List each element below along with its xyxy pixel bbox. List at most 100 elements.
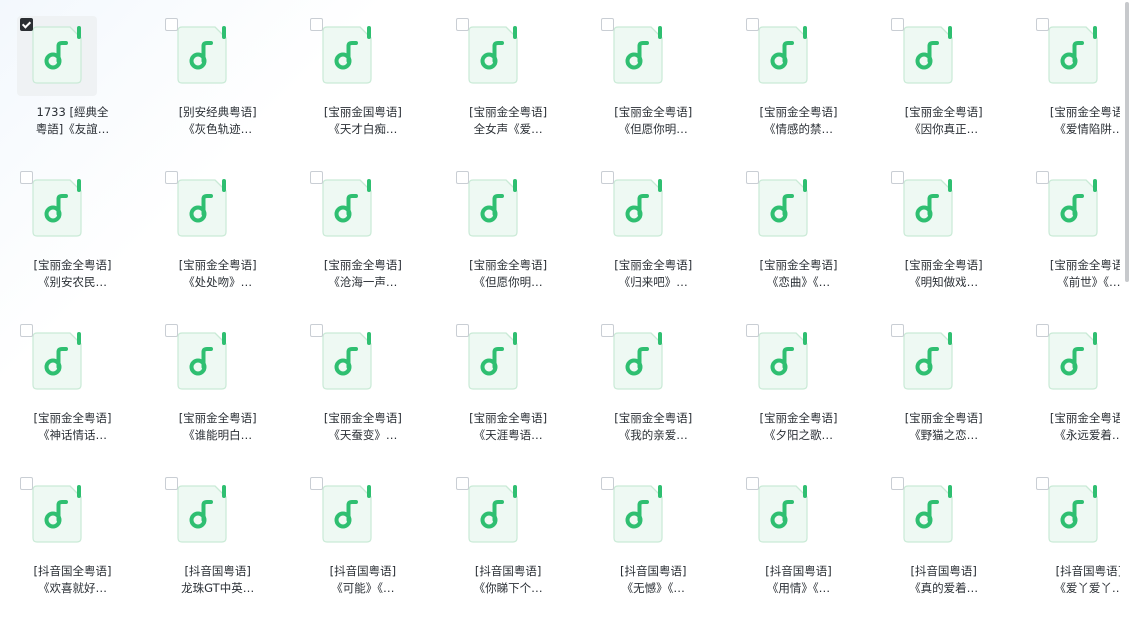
file-name-label: 1733 [經典全 粵語]《友誼… (5, 104, 140, 138)
file-checkbox[interactable] (891, 477, 905, 490)
file-checkbox[interactable] (1036, 171, 1050, 184)
file-tile[interactable]: [宝丽金全粤语] 《因你真正… (871, 1, 1016, 151)
file-checkbox[interactable] (165, 324, 179, 337)
file-checkbox[interactable] (746, 18, 759, 31)
scrollbar-thumb[interactable] (1125, 2, 1129, 282)
file-checkbox[interactable] (165, 18, 179, 31)
music-file-icon (32, 332, 82, 390)
file-checkbox[interactable] (891, 18, 905, 31)
file-tile[interactable]: [抖音国粤语] 《可能》《… (290, 460, 435, 610)
file-checkbox[interactable] (1036, 477, 1050, 490)
file-checkbox[interactable] (455, 171, 469, 184)
file-browser-viewport: 1733 [經典全 粵語]《友誼… [别安经典粤语] 《灰色轨迹… [宝丽金国粤 (0, 0, 1133, 629)
file-tile[interactable]: [宝丽金全粤语] 《野猫之恋… (871, 307, 1016, 457)
file-checkbox[interactable] (600, 477, 614, 490)
file-name-line-1: [宝丽金全粤语] (1049, 105, 1128, 119)
file-tile[interactable]: [宝丽金全粤语] 《前世》《… (1016, 154, 1133, 304)
file-checkbox[interactable] (891, 171, 905, 184)
file-name-line-2: 《沧海一声… (328, 275, 398, 289)
file-name-label: [宝丽金全粤语] 《但愿你明… (586, 104, 721, 138)
file-tile[interactable]: [宝丽金全粤语] 《别安农民… (0, 154, 145, 304)
file-tile[interactable]: [宝丽金全粤语] 《天涯粤语… (436, 307, 581, 457)
file-tile[interactable]: [宝丽金全粤语] 《但愿你明… (436, 154, 581, 304)
file-tile[interactable]: [宝丽金全粤语] 《明知做戏… (871, 154, 1016, 304)
music-file-icon (177, 179, 227, 237)
file-tile[interactable]: [宝丽金全粤语] 《我的亲爱… (581, 307, 726, 457)
file-checkbox[interactable] (746, 324, 759, 337)
file-tile[interactable]: [宝丽金全粤语] 《情感的禁… (726, 1, 871, 151)
file-name-line-1: [宝丽金全粤语] (614, 411, 693, 425)
file-checkbox[interactable] (455, 18, 469, 31)
music-file-icon (903, 332, 953, 390)
music-file-icon (322, 332, 372, 390)
music-file-icon (322, 26, 372, 84)
file-name-line-1: [宝丽金全粤语] (904, 105, 983, 119)
file-tile[interactable]: [宝丽金全粤语] 《沧海一声… (290, 154, 435, 304)
file-checkbox[interactable] (600, 324, 614, 337)
file-name-line-1: [宝丽金全粤语] (1049, 258, 1128, 272)
file-checkbox[interactable] (891, 324, 905, 337)
file-tile[interactable]: [宝丽金全粤语] 《夕阳之歌… (726, 307, 871, 457)
file-checkbox[interactable] (20, 324, 33, 337)
music-file-icon (903, 179, 953, 237)
file-checkbox[interactable] (310, 171, 324, 184)
file-name-label: [宝丽金全粤语] 《别安农民… (5, 257, 140, 291)
file-tile[interactable]: [宝丽金全粤语] 全女声《爱… (436, 1, 581, 151)
file-checkbox[interactable] (20, 477, 33, 490)
music-file-icon (758, 332, 808, 390)
file-checkbox[interactable] (165, 171, 179, 184)
file-name-line-1: [抖音国全粤语] (33, 564, 112, 578)
file-tile[interactable]: [宝丽金全粤语] 《处处吻》… (145, 154, 290, 304)
file-checkbox[interactable] (310, 324, 324, 337)
file-tile[interactable]: [抖音国粤语] 《用情》《… (726, 460, 871, 610)
file-checkbox-checked[interactable] (20, 18, 33, 31)
file-name-line-2: 《天才白痴… (328, 122, 398, 136)
file-tile[interactable]: [宝丽金全粤语] 《恋曲》《… (726, 154, 871, 304)
file-name-line-2: 《你睇下个… (473, 581, 543, 595)
file-tile[interactable]: [宝丽金全粤语] 《归来吧》… (581, 154, 726, 304)
file-checkbox[interactable] (746, 477, 759, 490)
file-tile[interactable]: [抖音国粤语] 龙珠GT中英… (145, 460, 290, 610)
file-name-line-1: [宝丽金全粤语] (178, 258, 257, 272)
file-checkbox[interactable] (455, 324, 469, 337)
vertical-scrollbar[interactable] (1120, 0, 1133, 629)
file-tile[interactable]: [抖音国全粤语] 《欢喜就好… (0, 460, 145, 610)
file-name-label: [宝丽金全粤语] 《天蚕变》… (295, 410, 430, 444)
file-tile[interactable]: [抖音国粤语] 《你睇下个… (436, 460, 581, 610)
file-name-line-1: [宝丽金全粤语] (33, 258, 112, 272)
file-tile[interactable]: [宝丽金全粤语] 《谁能明白… (145, 307, 290, 457)
file-tile[interactable]: [宝丽金全粤语] 《但愿你明… (581, 1, 726, 151)
music-file-icon (177, 332, 227, 390)
file-tile[interactable]: [宝丽金全粤语] 《永远爱着… (1016, 307, 1133, 457)
file-name-label: [宝丽金全粤语] 全女声《爱… (441, 104, 576, 138)
file-tile[interactable]: [宝丽金全粤语] 《爱情陷阱… (1016, 1, 1133, 151)
file-tile[interactable]: [别安经典粤语] 《灰色轨迹… (145, 1, 290, 151)
file-checkbox[interactable] (310, 18, 324, 31)
file-checkbox[interactable] (600, 171, 614, 184)
file-checkbox[interactable] (600, 18, 614, 31)
file-checkbox[interactable] (746, 171, 759, 184)
file-name-line-2: 《爱情陷阱… (1054, 122, 1124, 136)
file-checkbox[interactable] (310, 477, 324, 490)
file-checkbox[interactable] (455, 477, 469, 490)
file-name-label: [抖音国粤语] 龙珠GT中英… (150, 563, 285, 597)
file-tile[interactable]: 1733 [經典全 粵語]《友誼… (0, 1, 145, 151)
file-checkbox[interactable] (20, 171, 33, 184)
file-checkbox[interactable] (1036, 324, 1050, 337)
file-name-label: [宝丽金全粤语] 《神话情话… (5, 410, 140, 444)
file-tile[interactable]: [宝丽金全粤语] 《天蚕变》… (290, 307, 435, 457)
file-tile[interactable]: [抖音国粤语] 《真的爱着… (871, 460, 1016, 610)
file-name-label: [宝丽金全粤语] 《爱情陷阱… (1021, 104, 1133, 138)
music-file-icon (1048, 179, 1098, 237)
file-name-line-1: [宝丽金全粤语] (614, 258, 693, 272)
file-name-label: [别安经典粤语] 《灰色轨迹… (150, 104, 285, 138)
file-checkbox[interactable] (1036, 18, 1050, 31)
file-checkbox[interactable] (165, 477, 179, 490)
file-tile[interactable]: [宝丽金全粤语] 《神话情话… (0, 307, 145, 457)
file-name-line-1: [宝丽金全粤语] (323, 411, 402, 425)
file-tile[interactable]: [抖音国粤语] 《无憾》《… (581, 460, 726, 610)
file-tile[interactable]: [抖音国粤语] 《爱丫爱丫… (1016, 460, 1133, 610)
file-name-line-1: [宝丽金全粤语] (759, 105, 838, 119)
file-tile[interactable]: [宝丽金国粤语] 《天才白痴… (290, 1, 435, 151)
file-name-label: [宝丽金全粤语] 《夕阳之歌… (731, 410, 866, 444)
